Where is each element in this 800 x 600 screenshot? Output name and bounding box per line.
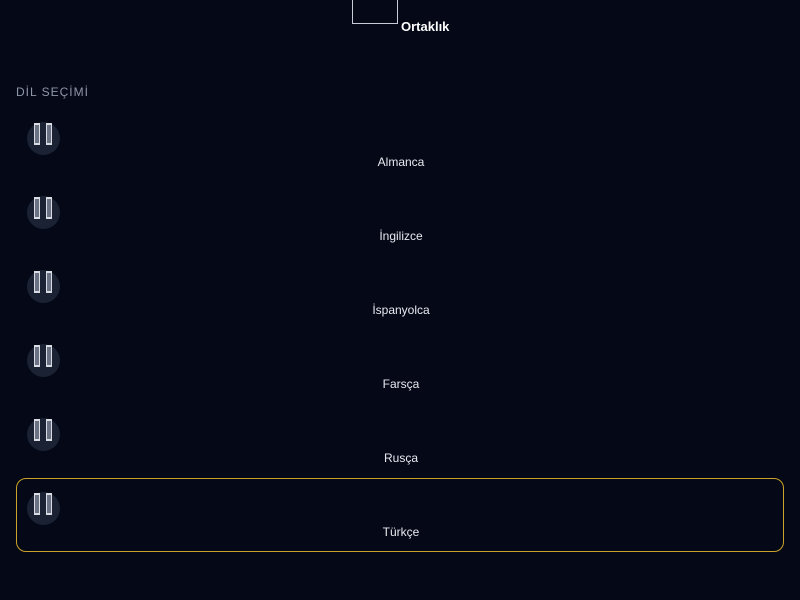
broken-flag-icon [27,344,60,377]
broken-flag-icon [27,418,60,451]
language-option-farsca[interactable]: Farsça [16,330,784,404]
language-option-ispanyolca[interactable]: İspanyolca [16,256,784,330]
broken-flag-icon [27,270,60,303]
language-option-rusca[interactable]: Rusça [16,404,784,478]
language-option-almanca[interactable]: Almanca [16,108,784,182]
header-title: Ortaklık [401,19,450,34]
language-section-title: DİL SEÇİMİ [16,85,89,99]
language-label: Türkçe [382,525,420,539]
header-image-placeholder [352,0,398,24]
language-label: Almanca [377,155,425,169]
language-label: Farsça [382,377,420,391]
broken-image-icon [34,197,52,219]
broken-image-icon [34,123,52,145]
broken-image-icon [34,493,52,515]
top-header: Ortaklık [0,0,800,40]
language-option-ingilizce[interactable]: İngilizce [16,182,784,256]
broken-flag-icon [27,492,60,525]
broken-flag-icon [27,196,60,229]
language-option-turkce[interactable]: Türkçe [16,478,784,552]
broken-image-icon [34,271,52,293]
language-label: Rusça [383,451,418,465]
broken-flag-icon [27,122,60,155]
language-label: İspanyolca [372,303,430,317]
language-list: Almanca İngilizce İspanyolca Farsça Rusç… [16,108,784,552]
broken-image-icon [34,345,52,367]
broken-image-icon [34,419,52,441]
language-label: İngilizce [379,229,423,243]
